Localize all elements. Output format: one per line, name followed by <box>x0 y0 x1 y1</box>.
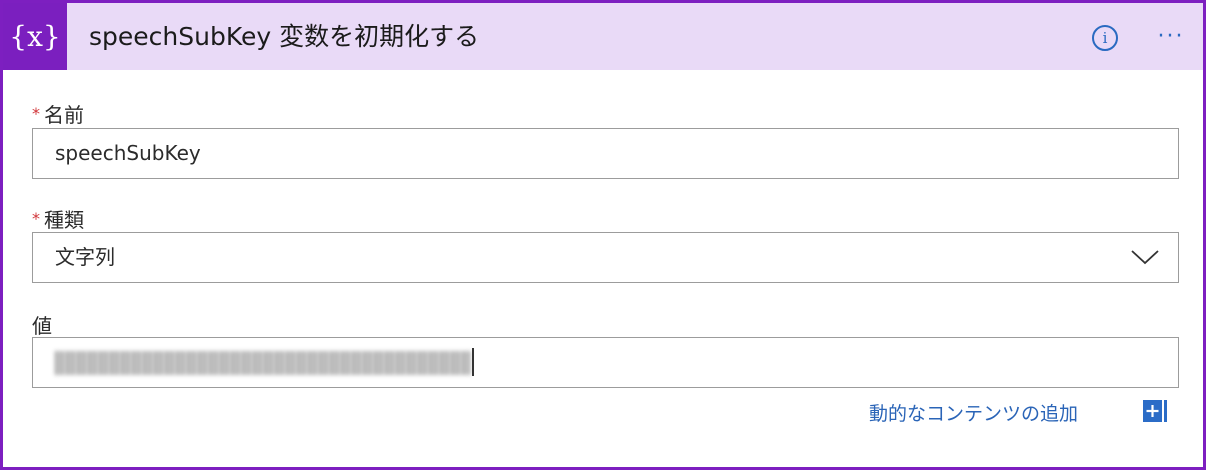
value-label: 値 <box>32 314 52 338</box>
card-header[interactable]: {x} speechSubKey 変数を初期化する i ··· <box>3 3 1203 70</box>
required-mark: * <box>32 104 40 123</box>
name-field[interactable]: speechSubKey <box>32 128 1179 179</box>
name-label: * 名前 <box>32 99 84 128</box>
redacted-value <box>55 351 470 375</box>
add-dynamic-content-link[interactable]: 動的なコンテンツの追加 <box>869 399 1078 426</box>
text-caret <box>472 348 474 376</box>
chevron-down-icon[interactable] <box>1130 247 1160 267</box>
more-options-icon[interactable]: ··· <box>1151 23 1191 51</box>
name-label-text: 名前 <box>44 103 84 127</box>
variable-icon-symbol: {x} <box>9 20 61 53</box>
card-title[interactable]: speechSubKey 変数を初期化する <box>89 3 479 70</box>
type-label: * 種類 <box>32 204 84 233</box>
name-field-value: speechSubKey <box>55 141 201 165</box>
value-field[interactable] <box>32 337 1179 388</box>
type-dropdown-value: 文字列 <box>55 245 115 269</box>
action-card: {x} speechSubKey 変数を初期化する i ··· * 名前 spee… <box>0 0 1206 470</box>
variable-icon: {x} <box>3 3 67 70</box>
type-dropdown[interactable]: 文字列 <box>32 232 1179 283</box>
info-icon[interactable]: i <box>1092 25 1118 51</box>
add-dynamic-content-icon[interactable] <box>1143 399 1167 423</box>
required-mark: * <box>32 209 40 228</box>
type-label-text: 種類 <box>44 208 84 232</box>
